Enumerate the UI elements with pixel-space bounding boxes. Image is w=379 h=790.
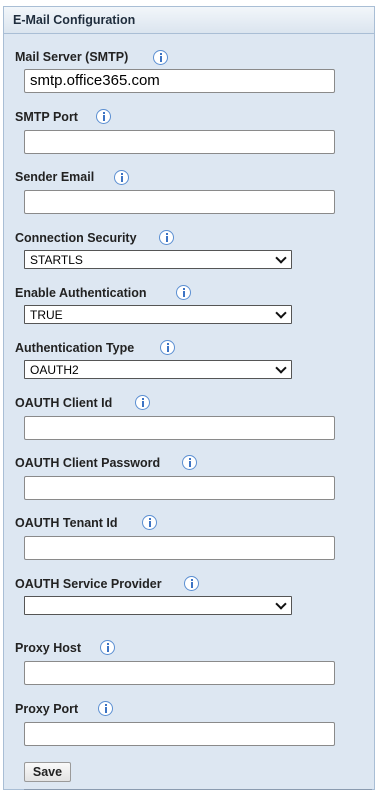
oauth-client-password-label: OAUTH Client Password	[15, 456, 161, 470]
panel-title: E-Mail Configuration	[13, 13, 136, 27]
info-icon[interactable]	[160, 340, 175, 355]
info-icon[interactable]	[184, 576, 199, 591]
info-icon[interactable]	[176, 285, 191, 300]
sender-email-input[interactable]	[24, 190, 335, 214]
oauth-tenant-id-label: OAUTH Tenant Id	[15, 516, 118, 530]
authentication-type-select[interactable]: OAUTH2	[24, 360, 292, 379]
smtp-port-label: SMTP Port	[15, 110, 78, 124]
authentication-type-value: OAUTH2	[30, 363, 79, 377]
connection-security-label: Connection Security	[15, 231, 137, 245]
chevron-down-icon	[275, 307, 287, 319]
info-icon[interactable]	[98, 701, 113, 716]
mail-server-label: Mail Server (SMTP)	[15, 50, 129, 64]
proxy-host-label: Proxy Host	[15, 641, 81, 655]
chevron-down-icon	[275, 252, 287, 264]
mail-server-input[interactable]: smtp.office365.com	[24, 69, 335, 93]
info-icon[interactable]	[142, 515, 157, 530]
proxy-host-input[interactable]	[24, 661, 335, 685]
oauth-client-id-input[interactable]	[24, 416, 335, 440]
panel-header: E-Mail Configuration	[4, 7, 374, 34]
sender-email-label: Sender Email	[15, 170, 95, 184]
enable-authentication-select[interactable]: TRUE	[24, 305, 292, 324]
enable-authentication-value: TRUE	[30, 308, 63, 322]
info-icon[interactable]	[182, 455, 197, 470]
authentication-type-label: Authentication Type	[15, 341, 135, 355]
connection-security-value: STARTLS	[30, 253, 83, 267]
chevron-down-icon	[275, 598, 287, 610]
chevron-down-icon	[275, 362, 287, 374]
info-icon[interactable]	[114, 170, 129, 185]
info-icon[interactable]	[96, 109, 111, 124]
proxy-port-input[interactable]	[24, 722, 335, 746]
oauth-client-id-label: OAUTH Client Id	[15, 396, 113, 410]
oauth-service-provider-select[interactable]	[24, 596, 292, 615]
oauth-tenant-id-input[interactable]	[24, 536, 335, 560]
enable-authentication-label: Enable Authentication	[15, 286, 147, 300]
info-icon[interactable]	[159, 230, 174, 245]
oauth-service-provider-label: OAUTH Service Provider	[15, 577, 162, 591]
oauth-client-password-input[interactable]	[24, 476, 335, 500]
info-icon[interactable]	[100, 640, 115, 655]
info-icon[interactable]	[135, 395, 150, 410]
email-configuration-panel: E-Mail Configuration Mail Server (SMTP) …	[3, 6, 375, 790]
info-icon[interactable]	[153, 50, 168, 65]
proxy-port-label: Proxy Port	[15, 702, 79, 716]
connection-security-select[interactable]: STARTLS	[24, 250, 292, 269]
save-button[interactable]: Save	[24, 762, 71, 782]
smtp-port-input[interactable]	[24, 130, 335, 154]
